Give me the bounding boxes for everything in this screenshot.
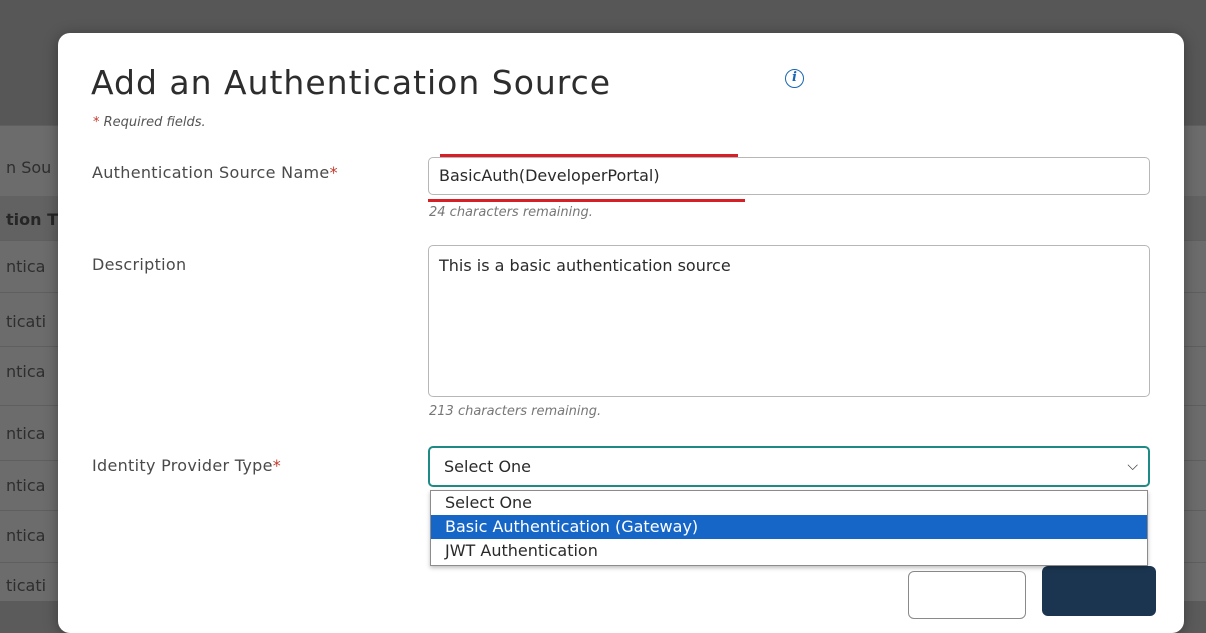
identity-provider-dropdown-list: Select One Basic Authentication (Gateway… bbox=[430, 490, 1148, 566]
description-label: Description bbox=[92, 255, 187, 274]
background-table-cell: ntica bbox=[6, 257, 46, 276]
description-textarea[interactable]: This is a basic authentication source bbox=[428, 245, 1150, 397]
background-table-cell: ntica bbox=[6, 526, 46, 545]
background-table-header-cell: tion T bbox=[6, 210, 58, 229]
required-fields-note: * Required fields. bbox=[93, 115, 206, 130]
dropdown-option-jwt-authentication[interactable]: JWT Authentication bbox=[431, 539, 1147, 563]
chevron-down-icon: ⌵ bbox=[1127, 458, 1138, 474]
required-note-text: Required fields. bbox=[103, 115, 206, 130]
dialog-title: Add an Authentication Source bbox=[91, 63, 612, 102]
auth-source-name-label: Authentication Source Name* bbox=[92, 163, 338, 182]
background-table-cell: ticati bbox=[6, 312, 47, 331]
identity-provider-type-select[interactable]: Select One ⌵ bbox=[428, 446, 1150, 487]
background-table-cell: ntica bbox=[6, 424, 46, 443]
required-star: * bbox=[272, 456, 282, 475]
required-star: * bbox=[93, 115, 100, 130]
save-button[interactable] bbox=[1042, 566, 1156, 616]
select-value: Select One bbox=[444, 457, 532, 476]
dropdown-option-basic-authentication[interactable]: Basic Authentication (Gateway) bbox=[431, 515, 1147, 539]
background-table-cell: ntica bbox=[6, 476, 46, 495]
identity-provider-type-label: Identity Provider Type* bbox=[92, 456, 281, 475]
background-table-cell: ntica bbox=[6, 362, 46, 381]
background-table-cell: n Sou bbox=[6, 158, 52, 177]
name-characters-remaining: 24 characters remaining. bbox=[429, 205, 593, 220]
label-text: Identity Provider Type bbox=[92, 456, 273, 475]
info-icon[interactable]: i bbox=[785, 69, 804, 88]
label-text: Authentication Source Name bbox=[92, 163, 330, 182]
cancel-button[interactable] bbox=[908, 571, 1026, 619]
required-star: * bbox=[329, 163, 338, 182]
dropdown-option-select-one[interactable]: Select One bbox=[431, 491, 1147, 515]
background-table-cell: ticati bbox=[6, 576, 47, 595]
auth-source-name-input[interactable]: BasicAuth(DeveloperPortal) bbox=[428, 157, 1150, 195]
add-authentication-source-dialog: Add an Authentication Source i * Require… bbox=[58, 33, 1184, 633]
description-characters-remaining: 213 characters remaining. bbox=[429, 404, 602, 419]
annotation-underline bbox=[428, 199, 745, 202]
